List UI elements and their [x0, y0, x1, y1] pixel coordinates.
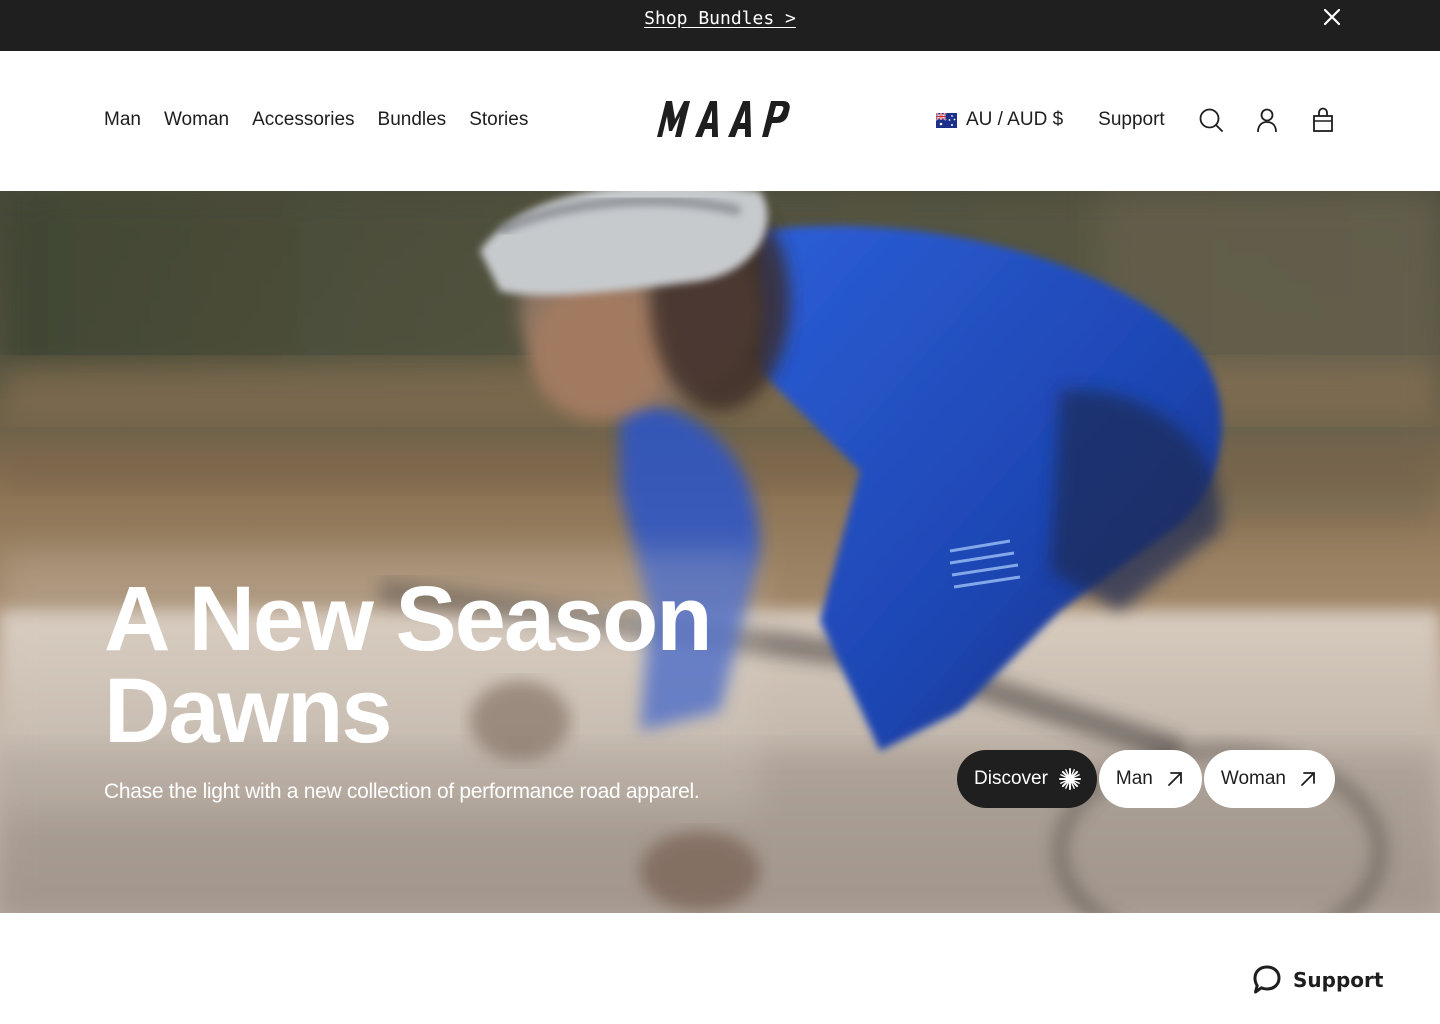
arrow-up-right-icon: [1167, 772, 1182, 786]
locale-label: AU / AUD $: [966, 109, 1064, 130]
sparkle-icon: [1058, 768, 1081, 790]
shop-woman-button[interactable]: Woman: [1203, 750, 1335, 808]
header-utilities: AU / AUD $ Support: [936, 107, 1336, 133]
site-header: Man Woman Accessories Bundles Stories AU…: [0, 51, 1440, 191]
hero-title: A New Season Dawns: [104, 573, 864, 757]
cart-bag-icon[interactable]: [1310, 107, 1336, 133]
locale-selector[interactable]: AU / AUD $: [936, 109, 1063, 131]
chat-bubble-icon: [1253, 965, 1281, 994]
support-chat-widget[interactable]: Support: [1252, 964, 1383, 996]
hero-subtitle: Chase the light with a new collection of…: [104, 780, 700, 803]
discover-button[interactable]: Discover: [957, 750, 1097, 808]
nav-item-woman[interactable]: Woman: [164, 109, 229, 131]
hero-title-line1: A New Season: [104, 568, 713, 670]
shop-man-button[interactable]: Man: [1098, 750, 1202, 808]
nav-item-stories[interactable]: Stories: [469, 109, 528, 131]
close-icon[interactable]: [1320, 5, 1344, 29]
support-link[interactable]: Support: [1098, 109, 1165, 131]
nav-item-man[interactable]: Man: [104, 109, 141, 131]
shop-bundles-link[interactable]: Shop Bundles >: [0, 8, 1440, 29]
search-icon[interactable]: [1198, 107, 1224, 133]
hero-banner: A New Season Dawns Chase the light with …: [0, 191, 1440, 913]
arrow-up-right-icon: [1301, 772, 1315, 786]
shop-man-button-label: Man: [1115, 768, 1153, 789]
announcement-bar: Shop Bundles >: [0, 0, 1440, 51]
australia-flag-icon: [936, 112, 957, 128]
hero-cta-group: Discover Man Woman: [957, 750, 1335, 808]
main-nav: Man Woman Accessories Bundles Stories: [104, 109, 551, 131]
maap-logo[interactable]: [655, 99, 791, 139]
discover-button-label: Discover: [974, 768, 1048, 789]
shop-woman-button-label: Woman: [1220, 768, 1286, 789]
nav-item-accessories[interactable]: Accessories: [252, 109, 354, 131]
hero-title-line2: Dawns: [104, 660, 393, 762]
support-widget-label: Support: [1293, 968, 1384, 992]
account-icon[interactable]: [1254, 107, 1280, 133]
nav-item-bundles[interactable]: Bundles: [378, 109, 447, 131]
